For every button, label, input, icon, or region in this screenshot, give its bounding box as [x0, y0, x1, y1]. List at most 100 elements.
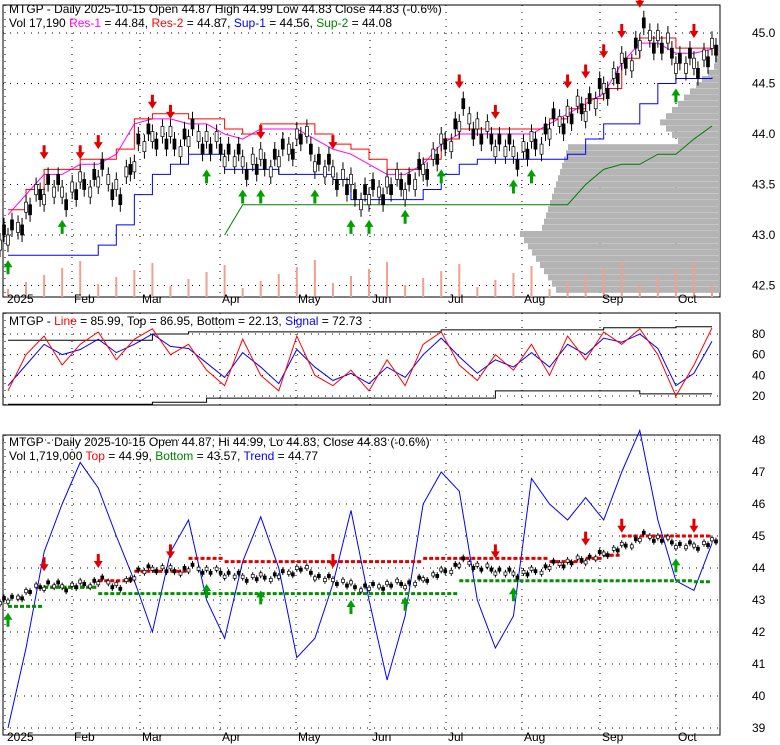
trend-label: Trend	[243, 449, 274, 463]
stoch-signal-value: = 72.73	[318, 314, 362, 328]
candle	[317, 574, 321, 578]
volume-bar	[404, 285, 407, 297]
res1-value: = 44.84,	[101, 16, 151, 30]
candle	[521, 570, 526, 574]
panel3-volume: Vol 1,719,000	[9, 449, 86, 463]
candle	[262, 575, 267, 580]
candle	[124, 578, 129, 582]
volume-profile-bar	[524, 237, 720, 244]
candle	[236, 570, 241, 575]
volume-bar	[512, 273, 515, 297]
candle	[178, 146, 183, 158]
candle	[385, 581, 389, 586]
candle	[114, 179, 119, 190]
candle	[641, 530, 646, 535]
volume-bar	[566, 282, 569, 297]
x-tick-label: Jul	[448, 292, 463, 306]
candle	[262, 158, 267, 170]
candle	[240, 156, 245, 168]
candle	[605, 88, 610, 100]
volume-profile-bar	[714, 63, 720, 70]
volume-profile-bar	[690, 88, 720, 95]
candle	[421, 577, 426, 582]
candle	[74, 189, 79, 201]
candle	[381, 194, 385, 206]
candle	[52, 584, 57, 589]
candle	[710, 37, 714, 49]
candle	[154, 569, 159, 574]
candle	[389, 184, 393, 195]
y-tick-label: 20	[752, 389, 766, 403]
candle	[579, 103, 584, 115]
candle	[684, 545, 688, 550]
candle	[533, 138, 538, 150]
candle	[38, 585, 42, 590]
volume-bar	[638, 284, 641, 297]
candle	[601, 83, 606, 94]
candle	[515, 575, 520, 580]
bottom-label: Bottom	[155, 449, 193, 463]
candle	[511, 146, 516, 158]
candle	[702, 541, 706, 545]
candle	[521, 141, 526, 153]
candle	[381, 586, 385, 591]
candle	[236, 143, 241, 155]
sup2-label: Sup-2	[316, 16, 348, 30]
candle	[670, 47, 674, 59]
candle	[503, 146, 508, 158]
candle	[276, 156, 281, 168]
candle	[507, 133, 512, 145]
y-tick-label: 45.0	[752, 26, 776, 40]
candle	[250, 153, 255, 165]
y-tick-label: 60	[752, 348, 766, 362]
candle	[666, 535, 670, 540]
candle	[142, 141, 147, 153]
candle	[641, 17, 646, 29]
candle	[659, 42, 664, 54]
candle	[453, 562, 458, 567]
candle	[443, 569, 448, 574]
candle	[28, 204, 32, 216]
candle	[309, 570, 313, 575]
volume-bar	[331, 283, 334, 297]
candle	[349, 580, 353, 585]
y-tick-label: 47	[752, 465, 766, 479]
candle	[182, 566, 187, 570]
candle	[597, 78, 602, 89]
candle	[443, 138, 448, 150]
volume-bar	[187, 279, 190, 297]
candle	[96, 581, 101, 586]
candle	[696, 546, 700, 551]
candle	[539, 570, 544, 575]
volume-bar	[61, 268, 64, 297]
candle	[290, 572, 295, 577]
candle	[629, 544, 634, 549]
candle	[688, 540, 692, 545]
candle	[100, 575, 105, 580]
candle	[529, 131, 534, 142]
candle	[431, 148, 436, 160]
candle	[678, 542, 682, 546]
volume-profile-bar	[566, 150, 720, 157]
candle	[118, 194, 123, 206]
candle	[323, 578, 327, 582]
candle	[485, 563, 490, 568]
candle	[222, 574, 227, 579]
candle	[551, 108, 556, 120]
candle	[160, 565, 165, 570]
candle	[168, 126, 173, 137]
candle	[413, 179, 418, 190]
volume-bar	[259, 281, 262, 297]
candle	[254, 163, 259, 175]
candle	[298, 567, 303, 572]
x-tick-label: Feb	[74, 292, 95, 306]
res2-value: = 44.87,	[183, 16, 233, 30]
price-panel: 45.0 44.5 44.0 43.5 43.0 42.5	[0, 0, 776, 298]
candle	[467, 561, 472, 566]
candle	[240, 574, 245, 579]
x-tick-label: Apr	[222, 730, 241, 744]
x-tick-label: Jun	[372, 292, 391, 306]
candle	[2, 596, 6, 601]
candle	[503, 571, 508, 576]
volume-profile-bar	[666, 113, 720, 120]
